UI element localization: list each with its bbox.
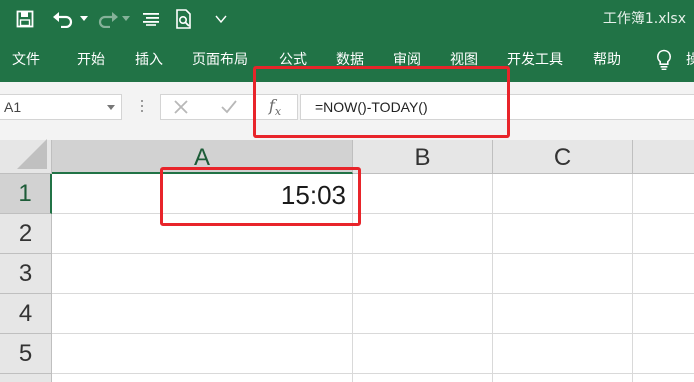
cell-c4[interactable]	[493, 294, 633, 334]
cell-b1[interactable]	[353, 174, 493, 214]
tab-tell-me-truncated[interactable]: 操	[686, 38, 694, 82]
ribbon-tabs: 文件 开始 插入 页面布局 公式 数据 审阅 视图 开发工具 帮助 操	[0, 38, 694, 82]
row-header-4[interactable]: 4	[0, 294, 52, 334]
cell-d2[interactable]	[633, 214, 694, 254]
tab-help[interactable]: 帮助	[593, 38, 621, 82]
select-all-triangle-icon	[17, 139, 47, 169]
undo-dropdown-icon[interactable]	[78, 0, 90, 38]
insert-function-icon[interactable]: fx	[256, 94, 294, 120]
tab-developer[interactable]: 开发工具	[507, 38, 563, 82]
worksheet-grid: A B C 1 2 3 4 5 15:03	[0, 139, 694, 382]
tab-review[interactable]: 审阅	[393, 38, 421, 82]
cell-d5[interactable]	[633, 334, 694, 374]
cell-a1[interactable]: 15:03	[52, 174, 353, 214]
cell-a5[interactable]	[52, 334, 353, 374]
tab-view[interactable]: 视图	[450, 38, 478, 82]
row-header-6-partial[interactable]	[0, 374, 52, 382]
cell-c6[interactable]	[493, 374, 633, 382]
cell-a3[interactable]	[52, 254, 353, 294]
cell-b4[interactable]	[353, 294, 493, 334]
formula-input[interactable]: =NOW()-TODAY()	[300, 94, 694, 120]
cell-c2[interactable]	[493, 214, 633, 254]
cell-a2[interactable]	[52, 214, 353, 254]
row-header-1[interactable]: 1	[0, 174, 52, 214]
fx-sub: x	[274, 105, 282, 119]
row-header-2[interactable]: 2	[0, 214, 52, 254]
name-box[interactable]: A1	[0, 94, 122, 120]
title-bar: 工作簿1.xlsx	[0, 0, 694, 38]
name-box-value: A1	[4, 99, 22, 115]
lightbulb-icon[interactable]	[650, 38, 678, 82]
redo-icon[interactable]	[94, 0, 122, 38]
checkmark-icon[interactable]	[210, 94, 248, 120]
formula-text: =NOW()-TODAY()	[315, 99, 428, 115]
cell-b6[interactable]	[353, 374, 493, 382]
cell-c5[interactable]	[493, 334, 633, 374]
tab-file[interactable]: 文件	[12, 38, 40, 82]
drag-handle-icon[interactable]	[140, 98, 144, 116]
form-icon[interactable]	[138, 0, 164, 38]
tab-formulas[interactable]: 公式	[279, 38, 307, 82]
tab-home[interactable]: 开始	[77, 38, 105, 82]
tab-data[interactable]: 数据	[336, 38, 364, 82]
print-preview-icon[interactable]	[170, 0, 198, 38]
customize-dropdown-icon[interactable]	[210, 0, 232, 38]
formula-bar-area: A1 fx =NOW()-TODAY()	[0, 82, 694, 140]
cell-d3[interactable]	[633, 254, 694, 294]
cell-c1[interactable]	[493, 174, 633, 214]
document-title: 工作簿1.xlsx	[602, 11, 686, 27]
tab-page-layout[interactable]: 页面布局	[192, 38, 248, 82]
cell-b3[interactable]	[353, 254, 493, 294]
column-header-c[interactable]: C	[493, 140, 633, 174]
column-header-a[interactable]: A	[52, 140, 353, 174]
cell-b2[interactable]	[353, 214, 493, 254]
cell-a4[interactable]	[52, 294, 353, 334]
cell-d4[interactable]	[633, 294, 694, 334]
select-all-button[interactable]	[0, 139, 52, 174]
save-icon[interactable]	[10, 0, 40, 38]
cell-d1[interactable]	[633, 174, 694, 214]
column-header-b[interactable]: B	[353, 140, 493, 174]
tab-insert[interactable]: 插入	[135, 38, 163, 82]
row-header-5[interactable]: 5	[0, 334, 52, 374]
chevron-down-icon[interactable]	[107, 105, 115, 110]
undo-icon[interactable]	[48, 0, 78, 38]
redo-dropdown-icon[interactable]	[120, 0, 132, 38]
cell-a1-value: 15:03	[280, 180, 346, 210]
cell-c3[interactable]	[493, 254, 633, 294]
cell-b5[interactable]	[353, 334, 493, 374]
close-icon[interactable]	[162, 94, 200, 120]
cell-a6[interactable]	[52, 374, 353, 382]
column-header-d-partial[interactable]	[633, 140, 694, 174]
row-header-3[interactable]: 3	[0, 254, 52, 294]
